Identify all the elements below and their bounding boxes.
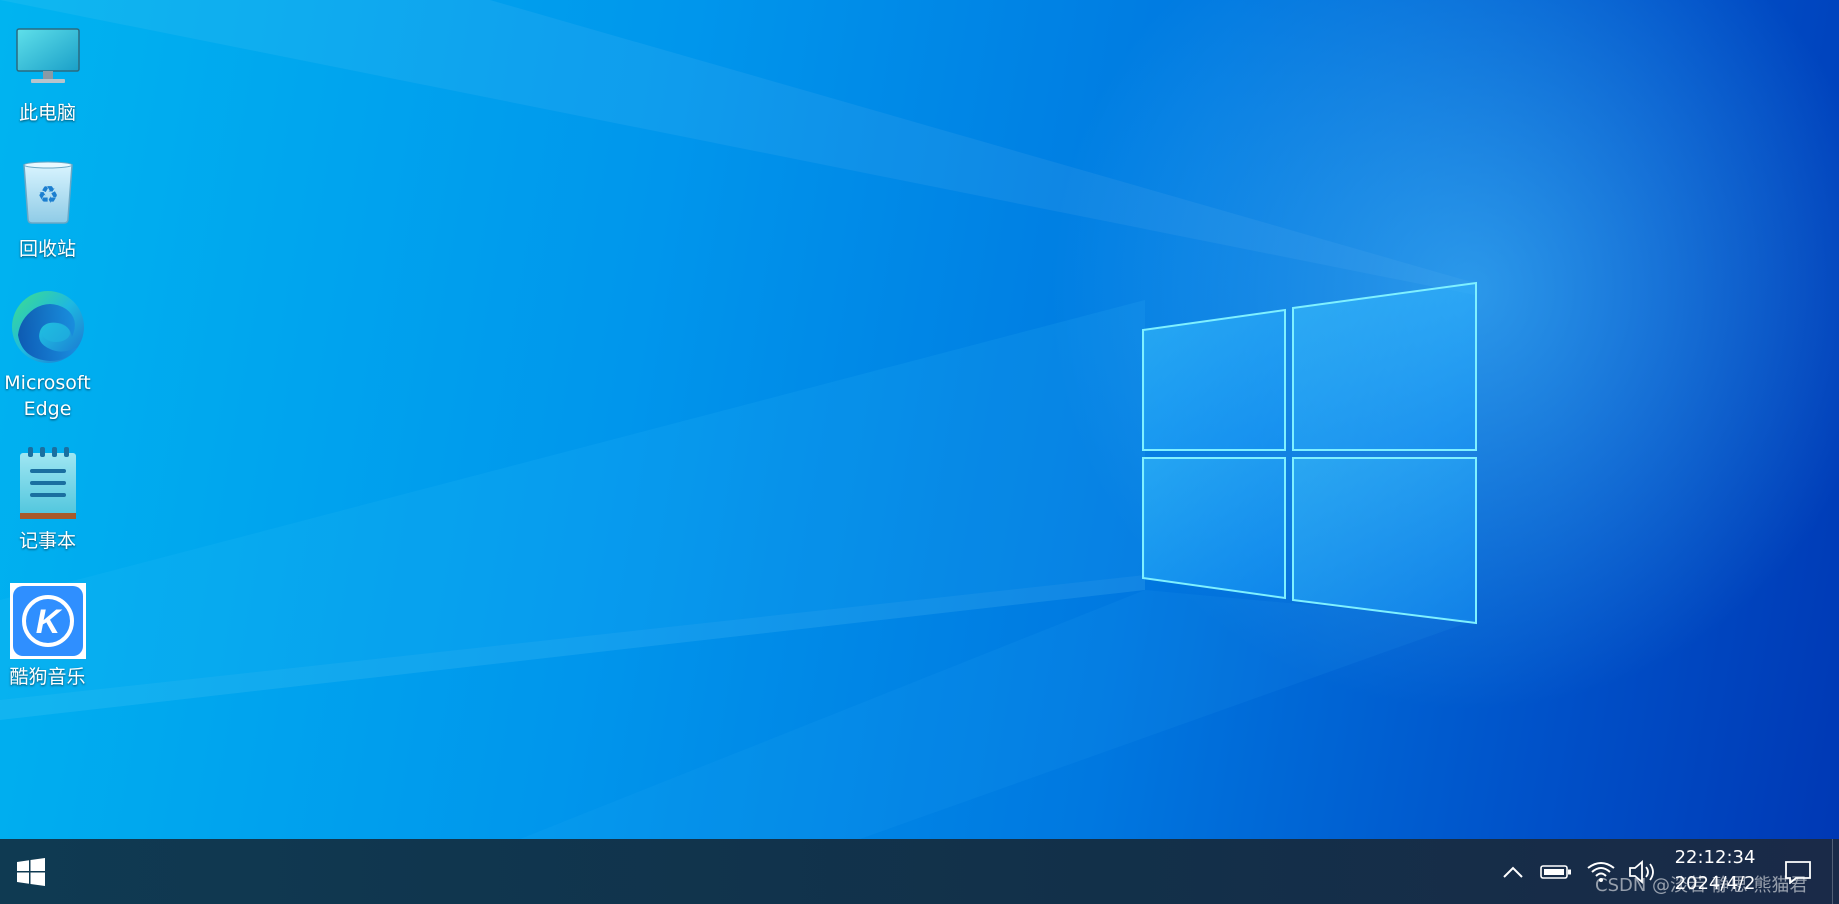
desktop-icon-label: Microsoft Edge [4,372,91,420]
battery-icon [1540,864,1571,879]
svg-text:♻: ♻ [37,181,59,209]
kugou-music-icon: K [9,582,87,660]
taskbar: 22:12:34 2024/4/2 CSDN @淡若 静思 熊猫君 [0,839,1839,904]
tray-overflow-button[interactable] [1498,839,1528,904]
desktop-icon-label: 记事本 [18,530,76,552]
desktop-icon-label: 回收站 [18,238,76,260]
notification-button[interactable] [1778,839,1818,904]
battery-button[interactable] [1538,839,1574,904]
edge-icon [9,288,87,366]
desktop: 此电脑 ♻ 回收站 Microsoft Edge 记事本 K 酷狗音乐 [0,0,1839,839]
show-desktop-button[interactable] [1832,839,1839,904]
desktop-icon-notepad[interactable]: 记事本 [0,446,95,554]
notification-icon [1785,860,1811,884]
windows-logo-icon [17,857,45,886]
chevron-up-icon [1503,866,1523,878]
desktop-icon-this-pc[interactable]: 此电脑 [0,18,95,126]
desktop-icon-recycle-bin[interactable]: ♻ 回收站 [0,154,95,262]
start-button[interactable] [0,839,62,904]
notepad-icon [9,446,87,524]
desktop-icon-label: 酷狗音乐 [9,666,86,688]
desktop-icon-kugou-music[interactable]: K 酷狗音乐 [0,582,95,690]
computer-icon [9,18,87,96]
desktop-icon-microsoft-edge[interactable]: Microsoft Edge [0,288,95,422]
desktop-icon-label: 此电脑 [18,102,76,124]
recycle-bin-icon: ♻ [9,154,87,232]
watermark: CSDN @淡若 静思 熊猫君 [1595,875,1808,896]
clock-time: 22:12:34 [1674,847,1756,868]
windows-wallpaper [0,0,1839,839]
svg-text:K: K [35,603,62,641]
